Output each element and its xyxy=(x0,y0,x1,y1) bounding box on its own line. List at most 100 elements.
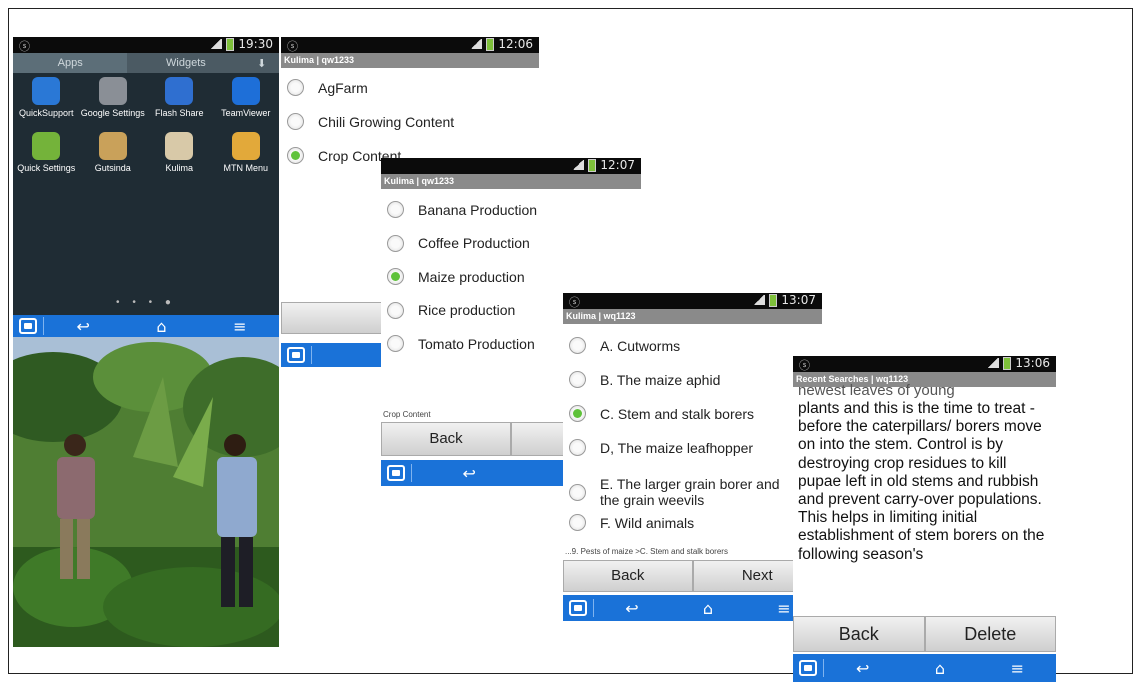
app-label: Quick Settings xyxy=(17,163,76,173)
option-label: Chili Growing Content xyxy=(318,113,455,130)
app-teamviewer[interactable]: TeamViewer xyxy=(213,77,280,118)
screen-record-icon[interactable] xyxy=(19,318,37,334)
home-nav-icon[interactable]: ⌂ xyxy=(670,599,746,618)
back-button[interactable]: Back xyxy=(793,616,925,652)
signal-icon xyxy=(210,39,223,49)
status-app-icon: ⓢ xyxy=(19,40,30,53)
back-nav-icon[interactable]: ↩ xyxy=(44,317,122,336)
app-mtn-menu[interactable]: MTN Menu xyxy=(213,132,280,173)
radio-unselected-icon[interactable] xyxy=(569,371,586,388)
signal-icon xyxy=(572,160,585,170)
tab-apps[interactable]: Apps xyxy=(13,53,128,73)
screen-record-icon[interactable] xyxy=(287,347,305,363)
status-bar: ⓢ 13:07 xyxy=(563,293,822,309)
option-f-wild-animals[interactable]: F. Wild animals xyxy=(563,514,822,531)
option-label: AgFarm xyxy=(318,79,368,96)
option-label: B. The maize aphid xyxy=(600,371,721,388)
option-label: C. Stem and stalk borers xyxy=(600,405,755,422)
screen-record-icon[interactable] xyxy=(569,600,587,616)
option-label: A. Cutworms xyxy=(600,337,681,354)
status-time: 12:06 xyxy=(498,37,533,51)
back-button[interactable]: Back xyxy=(563,560,693,592)
status-time: 13:06 xyxy=(1015,356,1050,370)
button-bar: Back Next xyxy=(563,560,822,592)
option-label: Banana Production xyxy=(418,201,538,218)
signal-icon xyxy=(470,39,483,49)
status-time: 13:07 xyxy=(781,293,816,307)
app-kulima[interactable]: Kulima xyxy=(146,132,213,173)
status-bar: ⓢ 13:06 xyxy=(793,356,1056,372)
kulima-icon xyxy=(165,132,194,160)
status-bar: ⓢ 12:06 xyxy=(281,37,539,53)
download-icon[interactable]: ⬇ xyxy=(244,53,279,73)
option-c-stem-and-stalk-borers[interactable]: C. Stem and stalk borers xyxy=(563,405,822,422)
app-gutsinda[interactable]: Gutsinda xyxy=(80,132,147,173)
battery-icon xyxy=(769,293,778,307)
option-maize-production[interactable]: Maize production xyxy=(381,268,641,285)
status-app-icon: ⓢ xyxy=(799,359,810,372)
app-flash-share[interactable]: Flash Share xyxy=(146,77,213,118)
battery-icon xyxy=(1003,356,1012,370)
radio-unselected-icon[interactable] xyxy=(387,335,404,352)
app-title-bar: Kulima | qw1233 xyxy=(281,53,539,68)
back-button[interactable]: Back xyxy=(381,422,511,456)
back-nav-icon[interactable]: ↩ xyxy=(412,464,527,483)
recent-searches-screen: ⓢ 13:06 Recent Searches | wq1123 newest … xyxy=(793,356,1056,682)
menu-nav-icon[interactable]: ≡ xyxy=(979,659,1056,678)
status-time: 12:07 xyxy=(600,158,635,172)
home-nav-icon[interactable]: ⌂ xyxy=(122,317,200,336)
radio-unselected-icon[interactable] xyxy=(569,483,586,501)
radio-selected-icon[interactable] xyxy=(287,147,304,164)
radio-unselected-icon[interactable] xyxy=(387,301,404,319)
back-nav-icon[interactable]: ↩ xyxy=(594,599,670,618)
menu-nav-icon[interactable]: ≡ xyxy=(201,317,279,336)
app-label: Kulima xyxy=(165,163,193,173)
radio-unselected-icon[interactable] xyxy=(387,201,404,218)
radio-unselected-icon[interactable] xyxy=(569,514,586,531)
radio-unselected-icon[interactable] xyxy=(287,113,304,130)
radio-unselected-icon[interactable] xyxy=(287,79,304,96)
app-label: Google Settings xyxy=(80,108,145,118)
option-label: Coffee Production xyxy=(418,235,530,251)
app-label: TeamViewer xyxy=(221,108,271,118)
back-nav-icon[interactable]: ↩ xyxy=(824,659,901,678)
breadcrumb: ...9. Pests of maize >C. Stem and stalk … xyxy=(565,547,728,556)
option-agfarm[interactable]: AgFarm xyxy=(281,79,539,96)
screen-record-icon[interactable] xyxy=(799,660,817,676)
screen-record-icon[interactable] xyxy=(387,465,405,481)
app-google-settings[interactable]: Google Settings xyxy=(80,77,147,118)
app-grid: QuickSupport Google Settings Flash Share Te… xyxy=(13,77,279,173)
quicksupport-icon xyxy=(32,77,61,105)
option-b-the-maize-aphid[interactable]: B. The maize aphid xyxy=(563,371,822,388)
option-a-cutworms[interactable]: A. Cutworms xyxy=(563,337,822,354)
option-label: D, The maize leafhopper xyxy=(600,439,754,456)
radio-unselected-icon[interactable] xyxy=(569,439,586,456)
option-coffee-production[interactable]: Coffee Production xyxy=(381,234,641,252)
option-banana-production[interactable]: Banana Production xyxy=(381,201,641,218)
option-label: Rice production xyxy=(418,302,516,318)
option-chili-growing-content[interactable]: Chili Growing Content xyxy=(281,113,539,130)
field-photo xyxy=(13,337,279,647)
app-drawer-tabs: Apps Widgets ⬇ xyxy=(13,53,279,73)
status-app-icon: ⓢ xyxy=(569,296,580,309)
option-label: E. The larger grain borer and the grain … xyxy=(600,476,780,508)
app-label: Gutsinda xyxy=(94,163,131,173)
quick-settings-icon xyxy=(32,132,61,160)
radio-unselected-icon[interactable] xyxy=(387,234,404,252)
radio-selected-icon[interactable] xyxy=(569,405,586,422)
app-label: MTN Menu xyxy=(223,163,268,173)
signal-icon xyxy=(753,295,766,305)
radio-unselected-icon[interactable] xyxy=(569,337,586,354)
app-label: QuickSupport xyxy=(18,108,74,118)
option-label: F. Wild animals xyxy=(600,514,695,531)
flash-share-icon xyxy=(165,77,194,105)
option-d-the-maize-leafhopper[interactable]: D, The maize leafhopper xyxy=(563,439,822,456)
home-nav-icon[interactable]: ⌂ xyxy=(901,659,978,678)
app-quick-settings[interactable]: Quick Settings xyxy=(13,132,80,173)
app-quicksupport[interactable]: QuickSupport xyxy=(13,77,80,118)
page-indicator: • • • ● xyxy=(116,297,176,308)
tab-widgets[interactable]: Widgets xyxy=(127,53,244,73)
option-e-the-larger-grain-borer-and-t[interactable]: E. The larger grain borer and the grain … xyxy=(563,476,822,508)
radio-selected-icon[interactable] xyxy=(387,268,404,285)
delete-button[interactable]: Delete xyxy=(924,616,1056,652)
